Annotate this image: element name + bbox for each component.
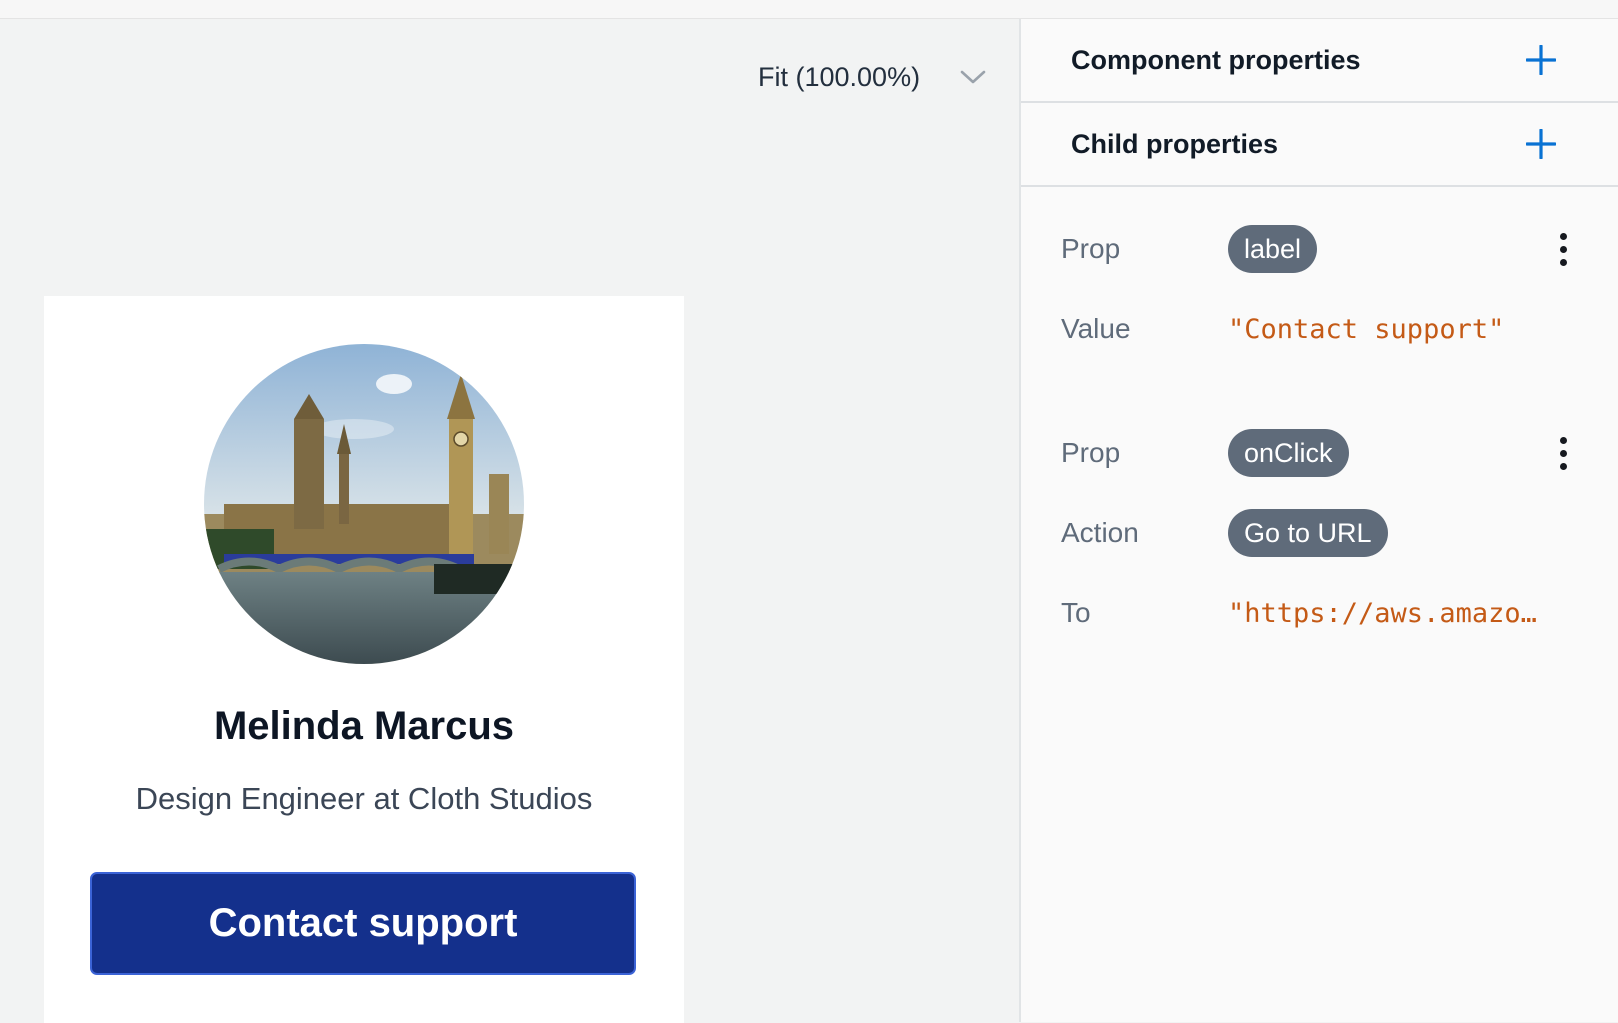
avatar: [204, 344, 524, 664]
value-code[interactable]: "Contact support": [1228, 314, 1504, 345]
top-toolbar: [0, 0, 1618, 19]
kebab-menu-icon[interactable]: [1551, 433, 1575, 473]
to-row: To "https://aws.amazo…: [1021, 583, 1618, 643]
component-properties-title: Component properties: [1071, 44, 1361, 75]
kebab-menu-icon[interactable]: [1551, 229, 1575, 269]
profile-subtitle: Design Engineer at Cloth Studios: [135, 781, 593, 816]
properties-panel: Component properties Child properties Pr…: [1019, 19, 1618, 1022]
component-properties-header[interactable]: Component properties: [1021, 19, 1618, 103]
to-url-code[interactable]: "https://aws.amazo…: [1228, 598, 1537, 629]
prop-key: Prop: [1061, 437, 1121, 468]
value-key: Value: [1061, 313, 1131, 344]
value-row: Value "Contact support": [1021, 299, 1618, 359]
prop-name-badge[interactable]: label: [1228, 225, 1318, 273]
prop-row-onclick: Prop onClick: [1021, 423, 1618, 483]
design-canvas: Fit (100.00%) Melinda Marcus Design Engi…: [0, 19, 1019, 1023]
zoom-dropdown[interactable]: Fit (100.00%): [758, 57, 986, 97]
profile-card[interactable]: Melinda Marcus Design Engineer at Cloth …: [44, 296, 684, 1023]
child-properties-header[interactable]: Child properties: [1021, 103, 1618, 187]
prop-row-label: Prop label: [1021, 219, 1618, 279]
plus-icon: [1526, 45, 1556, 75]
action-row: Action Go to URL: [1021, 503, 1618, 563]
child-properties-title: Child properties: [1071, 128, 1279, 159]
action-key: Action: [1061, 517, 1139, 548]
chevron-down-icon: [960, 69, 986, 85]
add-child-property-button[interactable]: [1522, 125, 1560, 163]
avatar-image: [204, 344, 524, 664]
action-badge[interactable]: Go to URL: [1228, 509, 1388, 557]
to-key: To: [1061, 597, 1091, 628]
prop-name-badge[interactable]: onClick: [1228, 429, 1349, 477]
prop-key: Prop: [1061, 233, 1121, 264]
plus-icon: [1526, 129, 1556, 159]
zoom-label: Fit (100.00%): [758, 61, 921, 92]
add-component-property-button[interactable]: [1522, 41, 1560, 79]
contact-support-button[interactable]: Contact support: [90, 872, 636, 975]
profile-name: Melinda Marcus: [213, 704, 515, 748]
